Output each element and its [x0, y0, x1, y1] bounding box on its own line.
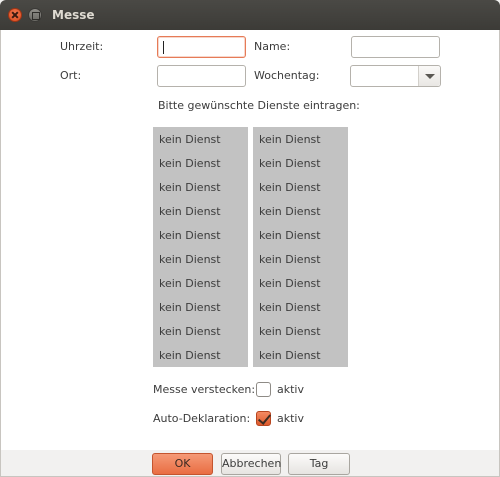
list-item[interactable]: kein Dienst	[259, 301, 321, 314]
list-item[interactable]: kein Dienst	[259, 133, 321, 146]
list-item[interactable]: kein Dienst	[259, 253, 321, 266]
hide-checkbox-label[interactable]: aktiv	[277, 383, 304, 396]
list-item[interactable]: kein Dienst	[159, 205, 221, 218]
list-item[interactable]: kein Dienst	[159, 253, 221, 266]
uhrzeit-input[interactable]	[157, 36, 246, 58]
list-item[interactable]: kein Dienst	[259, 205, 321, 218]
instructions-text: Bitte gewünschte Dienste eintragen:	[158, 99, 360, 112]
list-item[interactable]: kein Dienst	[259, 325, 321, 338]
wochentag-label: Wochentag:	[254, 69, 320, 82]
list-item[interactable]: kein Dienst	[259, 157, 321, 170]
services-list-left[interactable]: kein Dienst kein Dienst kein Dienst kein…	[153, 127, 248, 367]
list-item[interactable]: kein Dienst	[159, 277, 221, 290]
list-item[interactable]: kein Dienst	[259, 229, 321, 242]
autodecl-label: Auto-Deklaration:	[153, 412, 251, 425]
list-item[interactable]: kein Dienst	[159, 181, 221, 194]
title-bar: Messe	[0, 0, 500, 30]
window-title: Messe	[52, 8, 95, 22]
list-item[interactable]: kein Dienst	[159, 325, 221, 338]
ort-input[interactable]	[157, 65, 246, 87]
name-input[interactable]	[351, 36, 440, 58]
list-item[interactable]: kein Dienst	[159, 229, 221, 242]
hide-label: Messe verstecken:	[153, 383, 256, 396]
chevron-down-icon[interactable]	[418, 66, 440, 86]
name-label: Name:	[254, 40, 291, 53]
hide-checkbox[interactable]	[256, 382, 271, 397]
autodecl-checkbox[interactable]	[256, 411, 271, 426]
ok-button[interactable]: OK	[152, 453, 213, 475]
button-bar: OK Abbrechen Tag	[0, 450, 500, 477]
list-item[interactable]: kein Dienst	[259, 277, 321, 290]
autodecl-checkbox-label[interactable]: aktiv	[277, 412, 304, 425]
list-item[interactable]: kein Dienst	[159, 301, 221, 314]
tag-button[interactable]: Tag	[288, 453, 350, 475]
close-icon[interactable]	[8, 8, 22, 22]
list-item[interactable]: kein Dienst	[259, 349, 321, 362]
uhrzeit-label: Uhrzeit:	[60, 40, 104, 53]
cancel-button[interactable]: Abbrechen	[221, 453, 281, 475]
list-item[interactable]: kein Dienst	[259, 181, 321, 194]
ort-label: Ort:	[60, 69, 82, 82]
list-item[interactable]: kein Dienst	[159, 157, 221, 170]
services-list-right[interactable]: kein Dienst kein Dienst kein Dienst kein…	[253, 127, 348, 367]
wochentag-select[interactable]	[350, 65, 441, 87]
maximize-icon[interactable]	[28, 8, 42, 22]
dialog-content: Uhrzeit: Name: Ort: Wochentag: Bitte gew…	[0, 30, 500, 450]
text-caret	[163, 41, 164, 54]
list-item[interactable]: kein Dienst	[159, 349, 221, 362]
list-item[interactable]: kein Dienst	[159, 133, 221, 146]
